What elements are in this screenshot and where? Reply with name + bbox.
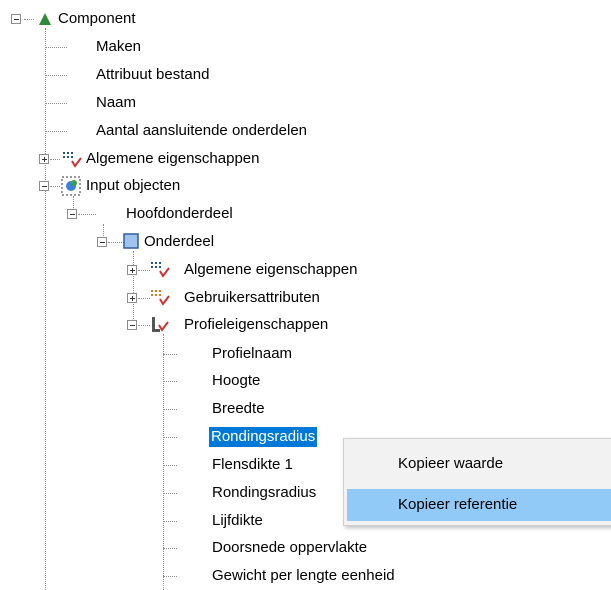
menu-item-kopieer-waarde[interactable]: Kopieer waarde — [347, 448, 611, 480]
tree-node-hoogte[interactable]: Hoogte — [211, 371, 261, 391]
tree-node-flensdikte-1[interactable]: Flensdikte 1 — [211, 455, 294, 475]
tree-node-gewicht-per-lengte-eenheid[interactable]: Gewicht per lengte eenheid — [211, 566, 396, 586]
profile-properties-icon — [152, 317, 169, 332]
context-menu: Kopieer waarde Kopieer referentie — [343, 438, 611, 526]
tree-node-rondingsradius[interactable]: Rondingsradius — [211, 483, 317, 503]
tree-line — [45, 131, 67, 132]
tree-node-gebruikersattributen[interactable]: Gebruikersattributen — [183, 288, 321, 308]
user-attributes-icon — [151, 290, 170, 306]
tree-node-profielnaam[interactable]: Profielnaam — [211, 344, 293, 364]
collapse-toggle[interactable] — [39, 181, 49, 191]
general-properties-icon — [63, 152, 82, 168]
expand-toggle[interactable] — [127, 265, 137, 275]
tree-node-rondingsradius-selected[interactable]: Rondingsradius — [209, 427, 318, 447]
tree-node-naam[interactable]: Naam — [95, 93, 137, 113]
tree-line — [163, 576, 177, 577]
tree-node-lijfdikte[interactable]: Lijfdikte — [211, 511, 264, 531]
tree-line — [73, 196, 74, 210]
tree-node-maken[interactable]: Maken — [95, 37, 142, 57]
collapse-toggle[interactable] — [67, 209, 77, 219]
collapse-toggle[interactable] — [127, 320, 137, 330]
tree-node-algemene-eigenschappen[interactable]: Algemene eigenschappen — [85, 149, 260, 169]
tree-line — [163, 409, 177, 410]
tree-line — [163, 381, 177, 382]
tree-node-algemene-eigenschappen-part[interactable]: Algemene eigenschappen — [183, 260, 358, 280]
tree-line — [133, 251, 134, 321]
expand-toggle[interactable] — [127, 293, 137, 303]
tree-line — [45, 75, 67, 76]
tree-node-component[interactable]: Component — [57, 9, 137, 29]
tree-line — [163, 548, 177, 549]
component-triangle-icon — [39, 13, 51, 25]
expand-toggle[interactable] — [39, 154, 49, 164]
tree-node-input-objecten[interactable]: Input objecten — [85, 176, 181, 196]
tree-line — [163, 334, 164, 590]
menu-item-kopieer-referentie[interactable]: Kopieer referentie — [347, 489, 611, 521]
tree-node-onderdeel[interactable]: Onderdeel — [143, 232, 215, 252]
part-box-icon — [123, 233, 139, 249]
tree-line — [163, 521, 177, 522]
tree-line — [163, 465, 177, 466]
tree-node-attribuut-bestand[interactable]: Attribuut bestand — [95, 65, 210, 85]
collapse-toggle[interactable] — [97, 237, 107, 247]
tree-line — [138, 298, 150, 299]
tree-line — [45, 28, 46, 590]
tree-line — [24, 19, 34, 20]
tree-line — [50, 186, 60, 187]
tree-line — [138, 270, 150, 271]
tree-node-aantal-aansluitende-onderdelen[interactable]: Aantal aansluitende onderdelen — [95, 121, 308, 141]
tree-line — [163, 493, 177, 494]
tree-node-breedte[interactable]: Breedte — [211, 399, 266, 419]
collapse-toggle[interactable] — [11, 14, 21, 24]
tree-line — [138, 325, 150, 326]
tree-line — [163, 437, 177, 438]
tree-line — [163, 354, 177, 355]
tree-line — [103, 224, 104, 238]
tree-line — [108, 242, 124, 243]
menu-item-label: Kopieer waarde — [398, 455, 504, 472]
tree-line — [45, 47, 67, 48]
input-objects-icon — [61, 176, 81, 196]
tree-line — [78, 214, 96, 215]
tree-node-doorsnede-oppervlakte[interactable]: Doorsnede oppervlakte — [211, 538, 368, 558]
tree-line — [50, 159, 60, 160]
tree-line — [45, 103, 67, 104]
tree-node-profieleigenschappen[interactable]: Profieleigenschappen — [183, 315, 329, 335]
menu-item-label: Kopieer referentie — [398, 496, 518, 513]
tree-node-hoofdonderdeel[interactable]: Hoofdonderdeel — [125, 204, 234, 224]
general-properties-icon — [151, 262, 170, 278]
